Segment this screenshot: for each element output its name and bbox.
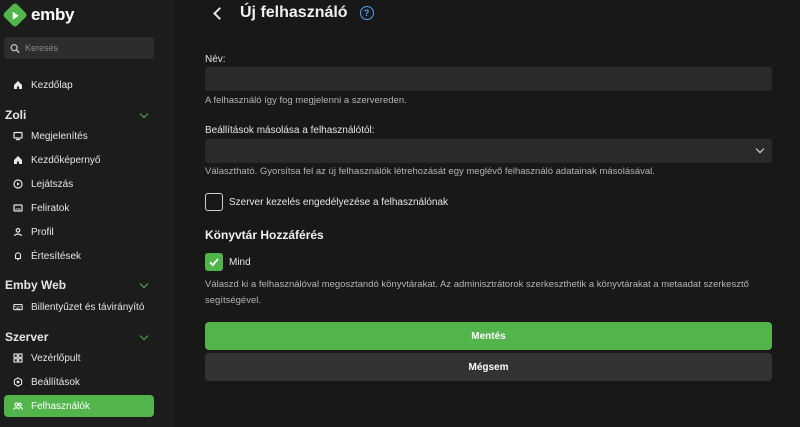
copy-settings-label: Beállítások másolása a felhasználótól:	[205, 125, 375, 136]
gear-icon	[13, 377, 23, 387]
monitor-icon	[13, 131, 23, 141]
sidebar-item-label: Kezdőlap	[31, 79, 73, 91]
play-circle-icon	[13, 179, 23, 189]
chevron-down-icon	[139, 331, 149, 340]
sidebar-item-label: Feliratok	[31, 202, 70, 214]
sidebar-item-playback[interactable]: Lejátszás	[4, 173, 154, 195]
sidebar-item-label: Kezdőképernyő	[31, 154, 101, 166]
sidebar-item-label: Profil	[31, 226, 54, 238]
section-header-server[interactable]: Szerver	[5, 330, 155, 344]
home-icon	[13, 80, 23, 90]
sidebar-item-keyboard[interactable]: Billentyűzet és távirányító	[4, 296, 154, 318]
all-libraries-label: Mind	[229, 256, 251, 268]
all-libraries-row[interactable]: Mind	[205, 253, 251, 271]
copy-settings-select[interactable]	[205, 139, 772, 163]
name-help-text: A felhasználó így fog megjelenni a szerv…	[205, 95, 407, 106]
server-manage-checkbox[interactable]	[205, 193, 223, 211]
library-access-help-text: Válaszd ki a felhasználóval megosztandó …	[205, 279, 749, 306]
sidebar-item-label: Beállítások	[31, 376, 80, 388]
home-icon	[13, 155, 23, 165]
section-header-user[interactable]: Zoli	[5, 108, 155, 122]
section-title: Szerver	[5, 330, 49, 344]
page-title: Új felhasználó	[240, 4, 348, 21]
sidebar-item-home[interactable]: Kezdőlap	[4, 74, 154, 96]
sidebar-item-dashboard[interactable]: Vezérlőpult	[4, 347, 154, 369]
help-icon[interactable]: ?	[359, 6, 374, 20]
logo-text: emby	[31, 5, 75, 24]
cancel-button[interactable]: Mégsem	[205, 353, 772, 381]
sidebar-item-homescreen[interactable]: Kezdőképernyő	[4, 149, 154, 171]
server-manage-row[interactable]: Szerver kezelés engedélyezése a felhaszn…	[205, 193, 448, 211]
sidebar-item-label: Felhasználók	[31, 400, 90, 412]
sidebar-item-label: Vezérlőpult	[31, 352, 81, 364]
emby-logo[interactable]: emby	[2, 2, 75, 28]
section-title: Zoli	[5, 108, 27, 122]
sidebar-item-label: Értesítések	[31, 250, 82, 262]
library-access-heading: Könyvtár Hozzáférés	[205, 228, 324, 242]
chevron-down-icon	[139, 109, 149, 118]
search-box[interactable]	[4, 37, 154, 59]
sidebar: emby Kezdőlap Zoli Megjelenítés Kezdőkép…	[0, 0, 174, 427]
section-title: Emby Web	[5, 278, 67, 292]
sidebar-item-subtitles[interactable]: Feliratok	[4, 197, 154, 219]
sidebar-item-settings[interactable]: Beállítások	[4, 371, 154, 393]
sidebar-item-users[interactable]: Felhasználók	[4, 395, 154, 417]
save-button[interactable]: Mentés	[205, 322, 772, 350]
dashboard-icon	[13, 353, 23, 363]
all-libraries-checkbox[interactable]	[205, 253, 223, 271]
person-icon	[13, 227, 23, 237]
name-label: Név:	[205, 54, 226, 65]
chevron-down-icon	[755, 144, 765, 154]
keyboard-icon	[13, 302, 23, 312]
name-field[interactable]	[205, 67, 772, 91]
sidebar-item-label: Megjelenítés	[31, 130, 88, 142]
back-arrow-icon[interactable]	[213, 6, 226, 20]
copy-settings-help-text: Választható. Gyorsítsa fel az új felhasz…	[205, 166, 655, 177]
subtitles-icon	[13, 203, 23, 213]
sidebar-item-label: Billentyűzet és távirányító	[31, 301, 145, 313]
search-icon	[10, 43, 20, 53]
people-icon	[13, 401, 23, 411]
emby-logo-icon	[2, 2, 28, 28]
main-content: Új felhasználó ? Név: A felhasználó így …	[174, 0, 800, 427]
chevron-down-icon	[139, 279, 149, 288]
sidebar-item-label: Lejátszás	[31, 178, 74, 190]
page-header: Új felhasználó ?	[213, 4, 374, 22]
section-header-emby-web[interactable]: Emby Web	[5, 278, 155, 292]
bell-icon	[13, 251, 23, 261]
sidebar-item-display[interactable]: Megjelenítés	[4, 125, 154, 147]
server-manage-label: Szerver kezelés engedélyezése a felhaszn…	[229, 196, 449, 208]
sidebar-item-notifications[interactable]: Értesítések	[4, 245, 154, 267]
sidebar-item-profile[interactable]: Profil	[4, 221, 154, 243]
search-input[interactable]	[25, 43, 145, 53]
checkmark-icon	[209, 258, 219, 267]
